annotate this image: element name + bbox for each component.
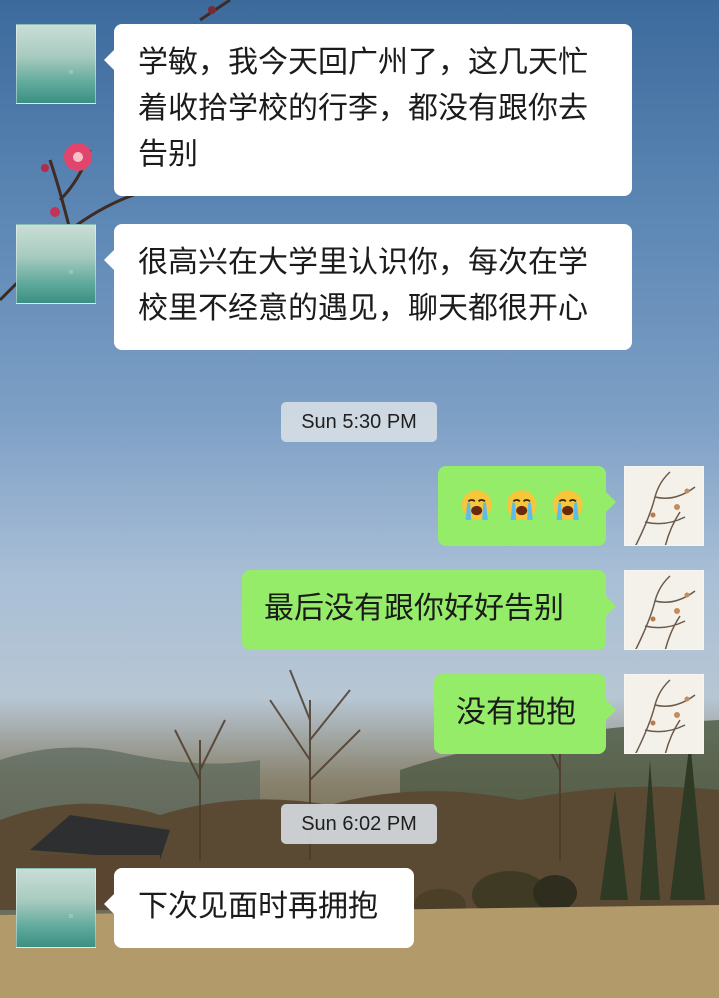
- loudly-crying-face-icon: [507, 490, 537, 520]
- my-avatar[interactable]: [624, 674, 704, 754]
- contact-avatar[interactable]: ıı: [16, 224, 96, 304]
- avatar-branch-image: [625, 467, 703, 545]
- avatar-watermark: ıı: [69, 268, 73, 276]
- loudly-crying-face-icon: [552, 490, 583, 520]
- message-line: 很高兴在大学里认识你，每次在学: [138, 245, 588, 280]
- message-bubble-received[interactable]: 学敏，我今天回广州了，这几天忙 着收拾学校的行李，都没有跟你去 告别: [104, 24, 632, 196]
- message-line: 告别: [138, 137, 198, 172]
- message-text: 最后没有跟你好好告别: [264, 591, 564, 626]
- contact-avatar[interactable]: ıı: [16, 24, 96, 104]
- avatar-watermark: ıı: [69, 68, 73, 76]
- message-text: 没有抱抱: [456, 695, 576, 730]
- message-text: 下次见面时再拥抱: [138, 889, 378, 924]
- message-bubble-sent[interactable]: [438, 466, 616, 546]
- contact-avatar[interactable]: ıı: [16, 868, 96, 948]
- message-bubble-sent[interactable]: 最后没有跟你好好告别: [242, 570, 616, 650]
- message-line: 校里不经意的遇见，聊天都很开心: [138, 291, 588, 326]
- avatar-branch-image: [625, 675, 703, 753]
- my-avatar[interactable]: [624, 466, 704, 546]
- message-bubble-sent[interactable]: 没有抱抱: [434, 674, 616, 754]
- my-avatar[interactable]: [624, 570, 704, 650]
- avatar-watermark: ıı: [69, 912, 73, 920]
- timestamp-label: Sun 6:02 PM: [281, 804, 437, 844]
- emoji-row: [460, 482, 584, 528]
- message-line: 着收拾学校的行李，都没有跟你去: [138, 91, 588, 126]
- message-line: 学敏，我今天回广州了，这几天忙: [138, 45, 588, 80]
- message-bubble-received[interactable]: 很高兴在大学里认识你，每次在学 校里不经意的遇见，聊天都很开心: [104, 224, 632, 350]
- timestamp-label: Sun 5:30 PM: [281, 402, 437, 442]
- loudly-crying-face-icon: [461, 490, 492, 520]
- avatar-branch-image: [625, 571, 703, 649]
- message-bubble-received[interactable]: 下次见面时再拥抱: [104, 868, 414, 948]
